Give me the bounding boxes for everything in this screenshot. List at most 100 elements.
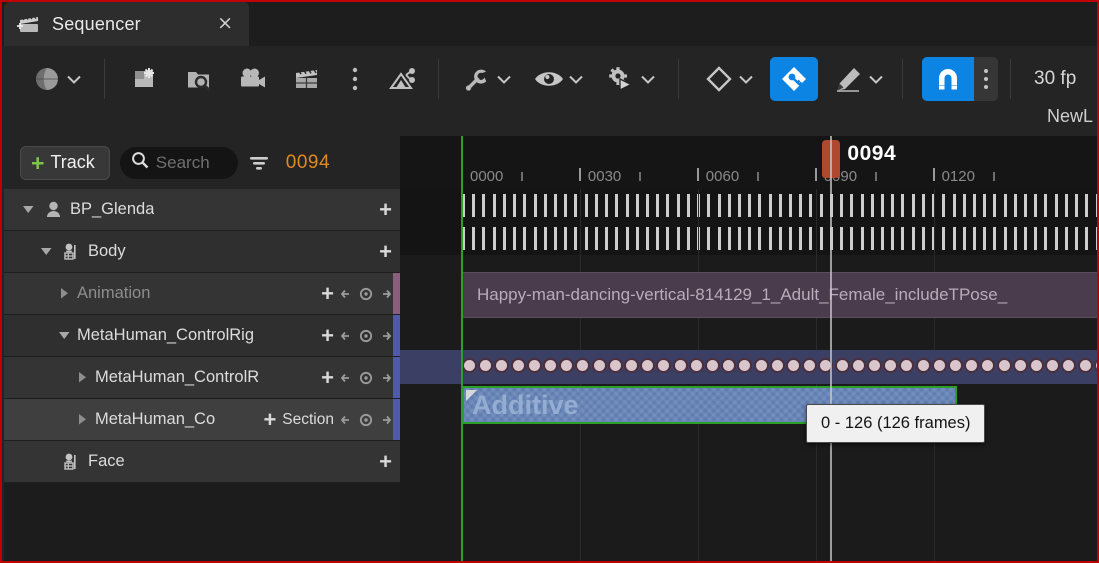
track-row-face[interactable]: Face + — [4, 441, 400, 483]
toolbar-more-options[interactable] — [338, 57, 372, 101]
frame-tick — [676, 227, 680, 250]
toolbar-render-movie[interactable] — [386, 57, 420, 101]
add-section-label[interactable]: Section — [282, 411, 334, 429]
auto-key-toggle[interactable] — [770, 57, 818, 101]
keyframe-marker[interactable] — [996, 358, 1012, 373]
fps-label[interactable]: 30 fp — [1034, 68, 1076, 90]
toolbar-take-recorder[interactable] — [290, 57, 324, 101]
keyframe-marker[interactable] — [899, 358, 915, 373]
frame-tick — [952, 194, 956, 217]
keyframe-marker[interactable] — [688, 358, 704, 373]
keyframe-marker[interactable] — [834, 358, 850, 373]
expander-expand-icon[interactable] — [74, 412, 90, 428]
keyframe-marker[interactable] — [850, 358, 866, 373]
add-track-plus-icon[interactable]: + — [321, 366, 334, 388]
frame-tick — [615, 227, 619, 250]
expander-collapse-icon[interactable] — [20, 202, 36, 218]
timeline-row-body[interactable] — [400, 255, 1097, 269]
keyframe-marker[interactable] — [575, 358, 591, 373]
keyframe-marker[interactable] — [672, 358, 688, 373]
keyframe-marker[interactable] — [753, 358, 769, 373]
toolbar-world-globe-dropdown[interactable] — [30, 57, 82, 101]
toolbar-actions-menu[interactable] — [460, 57, 512, 101]
animation-section[interactable]: Happy-man-dancing-vertical-814129_1_Adul… — [462, 272, 1097, 318]
keyframe-marker[interactable] — [656, 358, 672, 373]
track-row-bp-glenda[interactable]: BP_Glenda + — [4, 189, 400, 231]
toolbar-playback-options-menu[interactable] — [604, 57, 656, 101]
keyframe-marker[interactable] — [1061, 358, 1077, 373]
close-icon[interactable]: × — [217, 14, 233, 33]
track-row-metahuman-co[interactable]: MetaHuman_Co + Section — [4, 399, 400, 441]
expander-collapse-icon[interactable] — [38, 244, 54, 260]
add-track-button[interactable]: + Track — [20, 145, 110, 180]
add-track-plus-icon[interactable]: + — [321, 324, 334, 346]
keyframe-nav-controls[interactable] — [340, 328, 392, 344]
keyframe-marker[interactable] — [1093, 358, 1097, 373]
toolbar-create-camera-cut[interactable] — [128, 57, 162, 101]
toolbar-keyframe-options-menu[interactable] — [702, 57, 754, 101]
funnel-icon[interactable] — [248, 152, 270, 174]
add-track-plus-icon[interactable]: + — [321, 282, 334, 304]
keyframe-marker[interactable] — [964, 358, 980, 373]
keyframe-marker[interactable] — [559, 358, 575, 373]
tab-sequencer[interactable]: Sequencer × — [4, 2, 249, 46]
keyframe-marker[interactable] — [510, 358, 526, 373]
keyframe-marker[interactable] — [948, 358, 963, 373]
keyframe-marker[interactable] — [737, 358, 753, 373]
keyframe-nav-controls[interactable] — [340, 412, 392, 428]
frame-tick — [472, 227, 476, 250]
add-section-plus-icon[interactable]: + — [263, 408, 276, 430]
expander-collapse-icon[interactable] — [56, 328, 72, 344]
keyframe-marker[interactable] — [543, 358, 558, 373]
keyframe-marker[interactable] — [607, 358, 623, 373]
keyframe-nav-controls[interactable] — [340, 370, 392, 386]
track-row-animation[interactable]: Animation + — [4, 273, 400, 315]
keyframe-marker[interactable] — [591, 358, 607, 373]
timeline-panel[interactable]: 0000 0030 0060 0090 0120 0094 Happy-man-danci… — [400, 136, 1097, 561]
keyframe-marker[interactable] — [494, 358, 510, 373]
expander-expand-icon[interactable] — [74, 370, 90, 386]
toolbar-view-options-menu[interactable] — [532, 57, 584, 101]
keyframe-marker[interactable] — [883, 358, 899, 373]
keyframe-marker[interactable] — [526, 358, 542, 373]
keyframe-marker[interactable] — [786, 358, 801, 373]
timeline-ruler[interactable]: 0000 0030 0060 0090 0120 0094 — [400, 136, 1097, 189]
keyframe-marker[interactable] — [1045, 358, 1061, 373]
keyframe-marker[interactable] — [769, 358, 785, 373]
toolbar-create-camera[interactable] — [236, 57, 270, 101]
clapperboard-icon — [290, 62, 324, 96]
track-row-body[interactable]: Body + — [4, 231, 400, 273]
keyframe-marker[interactable] — [1077, 358, 1093, 373]
track-row-metahuman-controlrig[interactable]: MetaHuman_ControlRig + — [4, 315, 400, 357]
keyframe-marker[interactable] — [931, 358, 947, 373]
keyframe-marker[interactable] — [640, 358, 656, 373]
keyframe-marker[interactable] — [1029, 358, 1044, 373]
frame-tick — [880, 227, 884, 250]
chevron-down-icon — [868, 71, 884, 87]
snapping-options[interactable] — [974, 57, 998, 101]
add-track-plus-icon[interactable]: + — [379, 450, 392, 472]
search-input[interactable]: Search — [119, 146, 238, 179]
add-track-plus-icon[interactable]: + — [379, 198, 392, 220]
toolbar-curve-editor-menu[interactable] — [832, 57, 884, 101]
keyframe-marker[interactable] — [721, 358, 737, 373]
keyframe-nav-controls[interactable] — [340, 286, 392, 302]
track-row-metahuman-controlr[interactable]: MetaHuman_ControlR + — [4, 357, 400, 399]
keyframe-marker[interactable] — [462, 358, 477, 373]
keyframe-marker[interactable] — [478, 358, 494, 373]
keyframe-marker[interactable] — [705, 358, 720, 373]
keyframe-marker[interactable] — [915, 358, 931, 373]
add-track-plus-icon[interactable]: + — [379, 240, 392, 262]
frame-tick-band — [400, 222, 1097, 255]
keyframe-marker[interactable] — [1012, 358, 1028, 373]
expander-expand-icon[interactable] — [56, 286, 72, 302]
controlrig-keyframe-row[interactable] — [400, 350, 1097, 384]
snapping-toggle[interactable] — [922, 57, 974, 101]
keyframe-marker[interactable] — [867, 358, 882, 373]
keyframe-marker[interactable] — [980, 358, 996, 373]
keyframe-marker[interactable] — [802, 358, 818, 373]
keyframe-marker[interactable] — [624, 358, 639, 373]
toolbar-find-in-content-browser[interactable] — [182, 57, 216, 101]
frame-tick — [502, 194, 506, 217]
frame-tick — [492, 194, 496, 217]
